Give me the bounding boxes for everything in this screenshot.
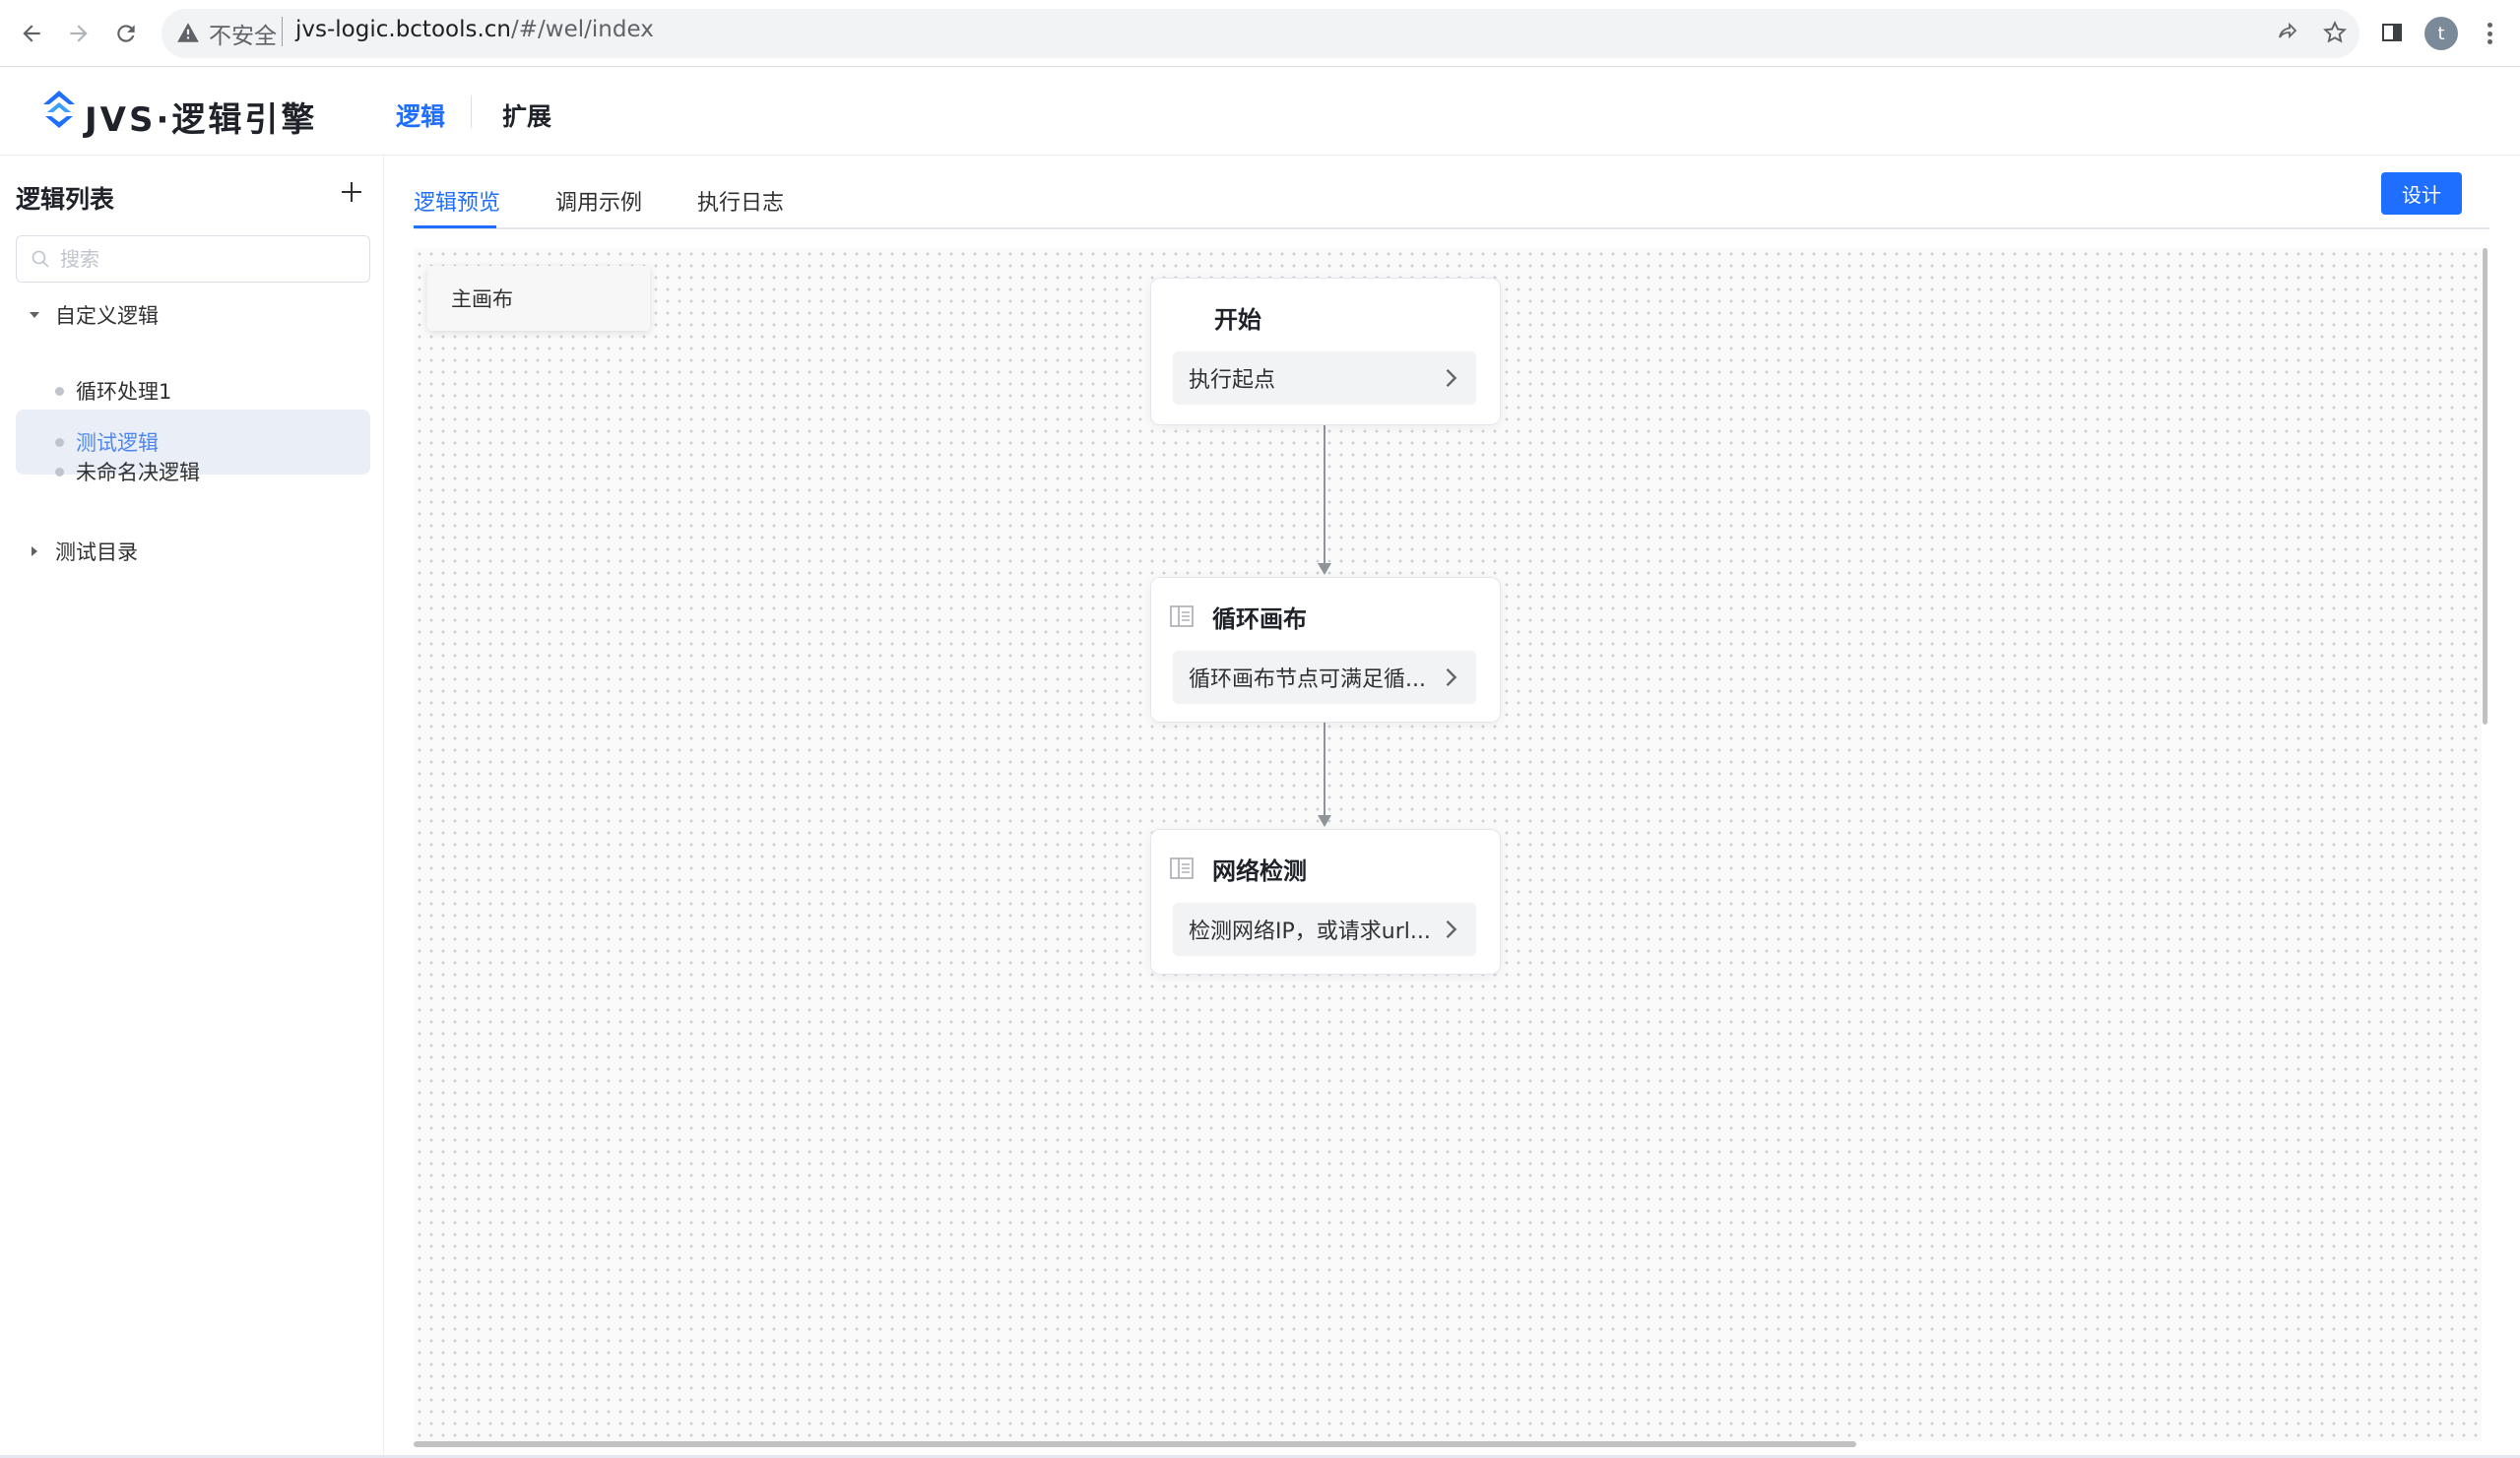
nav-extension[interactable]: 扩展 — [502, 97, 551, 133]
logic-sidebar: 逻辑列表 自定义逻辑 循环处理1 测试逻辑 未命名决逻辑 测试目录 — [0, 156, 384, 1458]
tab-execution-log[interactable]: 执行日志 — [697, 185, 784, 217]
chevron-right-icon[interactable] — [1437, 664, 1464, 691]
url-divider — [282, 17, 283, 46]
node-header: 循环画布 — [1169, 600, 1307, 633]
star-icon[interactable] — [2320, 18, 2350, 47]
node-description[interactable]: 检测网络IP，或请求url... — [1173, 903, 1476, 956]
search-field[interactable] — [16, 235, 370, 283]
search-input[interactable] — [58, 244, 354, 274]
nav-logic[interactable]: 逻辑 — [396, 97, 445, 133]
edge-loop-to-network — [1324, 723, 1325, 817]
flow-node-loop-canvas[interactable]: 循环画布 循环画布节点可满足循... — [1150, 577, 1501, 723]
tab-logic-preview[interactable]: 逻辑预览 — [414, 185, 500, 217]
main-canvas-tab[interactable]: 主画布 — [427, 266, 650, 331]
back-icon[interactable] — [12, 14, 51, 53]
active-tab-indicator — [414, 225, 496, 228]
tree-folder-label: 测试目录 — [55, 540, 138, 564]
edge-start-to-loop — [1324, 425, 1325, 565]
tree-folder-label: 自定义逻辑 — [55, 304, 159, 328]
main-tabs: 逻辑预览 调用示例 执行日志 — [414, 156, 2489, 229]
flow-node-start[interactable]: 开始 执行起点 — [1150, 278, 1501, 425]
tree-folder-test-dir[interactable]: 测试目录 — [16, 524, 370, 579]
tree-item-unnamed-logic[interactable]: 未命名决逻辑 — [16, 439, 370, 504]
insecure-label: 不安全 — [209, 24, 277, 49]
chevron-right-icon[interactable] — [1437, 916, 1464, 943]
jvs-logo-icon[interactable] — [35, 87, 83, 134]
browser-toolbar: 不安全 jvs-logic.bctools.cn/#/wel/index t — [0, 0, 2520, 67]
caret-down-icon[interactable] — [26, 306, 43, 324]
chevron-right-icon[interactable] — [1437, 364, 1464, 392]
canvas-horizontal-scrollbar[interactable] — [414, 1441, 1856, 1447]
bullet-icon — [55, 386, 64, 396]
warning-icon[interactable] — [175, 20, 201, 45]
side-panel-icon[interactable] — [2377, 18, 2407, 47]
arrow-head-icon — [1318, 815, 1331, 827]
node-title: 网络检测 — [1212, 856, 1307, 885]
profile-avatar[interactable]: t — [2424, 17, 2458, 50]
bullet-icon — [55, 467, 64, 476]
app-header: JVS·逻辑引擎 逻辑 扩展 — [0, 67, 2520, 156]
url-path: /#/wel/index — [511, 17, 654, 42]
flow-node-network-check[interactable]: 网络检测 检测网络IP，或请求url... — [1150, 829, 1501, 975]
design-button[interactable]: 设计 — [2381, 172, 2462, 215]
node-header: 网络检测 — [1169, 852, 1307, 885]
share-icon[interactable] — [2273, 18, 2302, 47]
node-description[interactable]: 循环画布节点可满足循... — [1173, 651, 1476, 704]
node-header: 开始 — [1214, 300, 1261, 334]
node-description[interactable]: 执行起点 — [1173, 351, 1476, 405]
tree-item-label: 未命名决逻辑 — [76, 461, 200, 484]
add-icon[interactable] — [335, 175, 368, 209]
table-icon — [1170, 605, 1194, 627]
search-icon — [32, 250, 49, 268]
tab-call-example[interactable]: 调用示例 — [555, 185, 642, 217]
node-title: 循环画布 — [1212, 604, 1307, 633]
canvas-vertical-scrollbar[interactable] — [2483, 248, 2488, 725]
node-description-text: 检测网络IP，或请求url... — [1189, 919, 1431, 944]
node-title: 开始 — [1214, 305, 1261, 334]
arrow-head-icon — [1318, 563, 1331, 575]
node-description-text: 循环画布节点可满足循... — [1189, 667, 1426, 692]
app-logo-text: JVS·逻辑引擎 — [85, 100, 318, 140]
table-icon — [1170, 857, 1194, 879]
url-text[interactable]: jvs-logic.bctools.cn/#/wel/index — [295, 17, 654, 42]
tree-folder-custom-logic[interactable]: 自定义逻辑 — [16, 287, 370, 343]
more-menu-icon[interactable] — [2480, 18, 2499, 49]
node-description-text: 执行起点 — [1189, 368, 1276, 393]
forward-icon[interactable] — [59, 14, 98, 53]
url-host: jvs-logic.bctools.cn — [295, 17, 512, 42]
nav-divider — [471, 96, 472, 128]
tree-item-label: 循环处理1 — [76, 380, 172, 404]
reload-icon[interactable] — [106, 14, 146, 53]
sidebar-title: 逻辑列表 — [16, 185, 115, 214]
caret-right-icon[interactable] — [26, 542, 43, 560]
